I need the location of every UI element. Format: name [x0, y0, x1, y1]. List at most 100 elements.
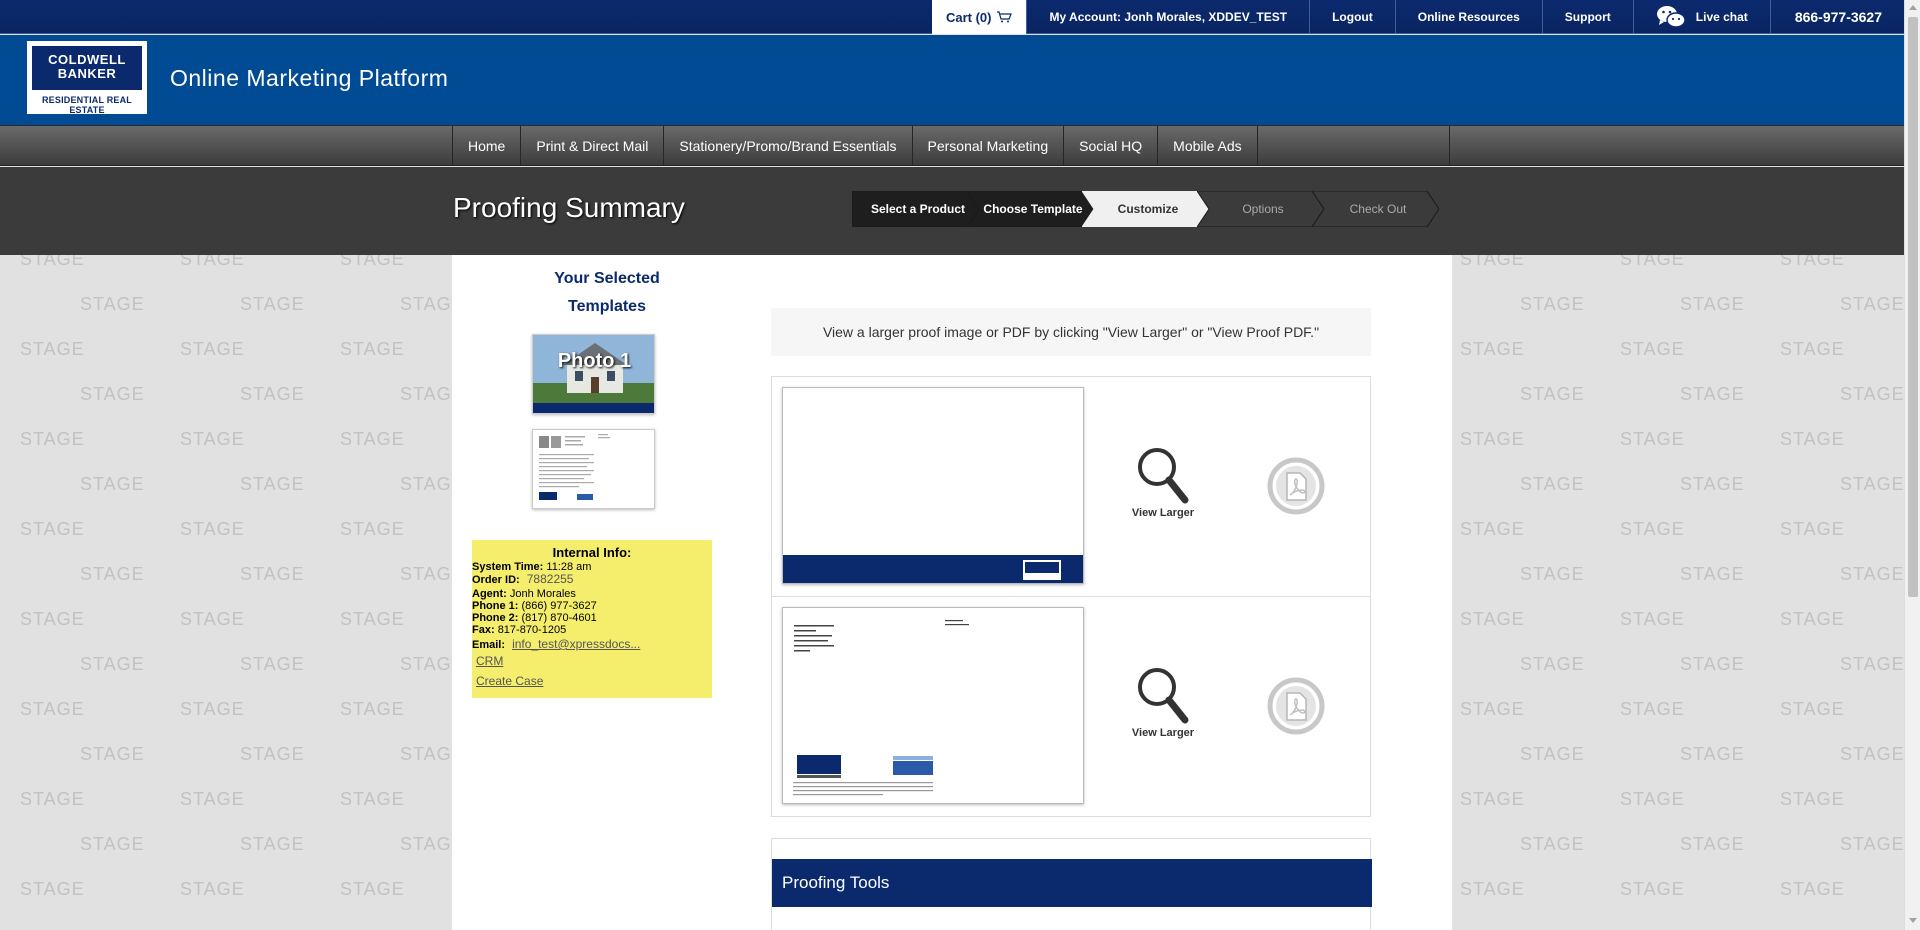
page-title: Proofing Summary	[453, 192, 685, 223]
watermark-word: STAGE	[1460, 255, 1525, 269]
support-link[interactable]: Support	[1541, 0, 1633, 34]
progress-step-label: Customize	[1117, 202, 1179, 216]
fax-label: Fax:	[472, 624, 495, 636]
watermark-word: STAGE	[340, 699, 405, 719]
view-larger-label: View Larger	[1131, 507, 1195, 519]
logo-mark: COLDWELL BANKER	[32, 46, 142, 90]
watermark-word: STAGE	[240, 834, 305, 854]
progress-step-options: Options	[1197, 191, 1325, 227]
nav-item-mobile-ads[interactable]: Mobile Ads	[1158, 126, 1258, 166]
progress-step-select-a-product: Select a Product	[852, 191, 980, 227]
watermark-word: STAGE	[1620, 699, 1685, 719]
agent-value: Jonh Morales	[509, 588, 576, 600]
cart-link[interactable]: Cart (0)	[931, 0, 1027, 34]
magnifier-icon	[1138, 448, 1189, 504]
nav-item-print-direct-mail[interactable]: Print & Direct Mail	[521, 126, 665, 166]
progress-step-customize: Customize	[1082, 191, 1210, 227]
proof-list: View Larger View Larger	[771, 376, 1371, 817]
content-panel: Your Selected Templates Photo 1 Internal…	[452, 255, 1452, 930]
utility-links: Cart (0) My Account: Jonh Morales, XDDEV…	[931, 0, 1904, 34]
view-proof-pdf-icon[interactable]	[1267, 457, 1325, 515]
nav-item-social-hq[interactable]: Social HQ	[1064, 126, 1159, 166]
watermark-word: STAGE	[340, 255, 405, 269]
proof-instructions: View a larger proof image or PDF by clic…	[771, 308, 1371, 356]
logout-link[interactable]: Logout	[1309, 0, 1395, 34]
fax-value: 817-870-1205	[497, 624, 567, 636]
phone1-value: (866) 977-3627	[521, 600, 597, 612]
watermark-word: STAGE	[1840, 474, 1904, 494]
logo-subtitle: RESIDENTIAL REAL ESTATE	[41, 95, 133, 115]
watermark-word: STAGE	[20, 789, 85, 809]
watermark-word: STAGE	[1460, 519, 1525, 539]
watermark-word: STAGE	[1620, 789, 1685, 809]
crm-link[interactable]: CRM	[476, 654, 503, 668]
proof-image-front[interactable]	[782, 387, 1084, 584]
watermark-word: STAGE	[180, 429, 245, 449]
phone-number: 866-977-3627	[1769, 0, 1904, 34]
main-navigation: Home Print & Direct Mail Stationery/Prom…	[0, 125, 1904, 166]
watermark-word: STAGE	[1840, 384, 1904, 404]
view-proof-pdf-icon[interactable]	[1267, 677, 1325, 735]
watermark-word: STAGE	[20, 339, 85, 359]
scroll-down-arrow-icon[interactable]	[1909, 918, 1917, 923]
email-link[interactable]: info_test@xpressdocs...	[512, 637, 640, 651]
logo-line2: BANKER	[57, 66, 117, 81]
selected-templates-heading: Your Selected Templates	[492, 265, 722, 321]
page-scrollbar[interactable]	[1904, 0, 1920, 930]
proofing-tools-header: Proofing Tools	[772, 859, 1372, 907]
watermark-word: STAGE	[1680, 654, 1745, 674]
watermark-word: STAGE	[1680, 744, 1745, 764]
proofing-tools-section: Proofing Tools	[771, 838, 1372, 930]
watermark-word: STAGE	[1840, 564, 1904, 584]
watermark-word: STAGE	[340, 609, 405, 629]
nav-item-home[interactable]: Home	[453, 126, 522, 166]
phone1-label: Phone 1:	[472, 600, 519, 612]
watermark-word: STAGE	[1780, 609, 1845, 629]
scroll-up-arrow-icon[interactable]	[1909, 5, 1917, 10]
view-larger-button[interactable]: View Larger	[1122, 445, 1204, 519]
magnifier-icon	[1138, 668, 1189, 724]
watermark-word: STAGE	[1840, 654, 1904, 674]
watermark-word: STAGE	[340, 339, 405, 359]
crm-row: CRM	[472, 651, 712, 672]
watermark-word: STAGE	[240, 564, 305, 584]
watermark-word: STAGE	[240, 744, 305, 764]
house-photo-thumbnail	[533, 335, 654, 413]
template-thumbnail-front[interactable]: Photo 1	[532, 334, 655, 414]
watermark-word: STAGE	[1620, 339, 1685, 359]
watermark-word: STAGE	[80, 474, 145, 494]
proof-image-back[interactable]	[782, 607, 1084, 804]
watermark-word: STAGE	[1680, 384, 1745, 404]
progress-step-choose-template: Choose Template	[967, 191, 1095, 227]
watermark-word: STAGE	[1780, 879, 1845, 899]
title-band: Proofing Summary Select a Product Choose …	[0, 167, 1904, 255]
coldwell-banker-logo[interactable]: COLDWELL BANKER RESIDENTIAL REAL ESTATE	[27, 41, 147, 115]
scrollbar-thumb[interactable]	[1908, 17, 1918, 597]
nav-item-personal-marketing[interactable]: Personal Marketing	[913, 126, 1065, 166]
watermark-word: STAGE	[1460, 789, 1525, 809]
watermark-word: STAGE	[20, 429, 85, 449]
watermark-word: STAGE	[340, 429, 405, 449]
watermark-word: STAGE	[1520, 474, 1585, 494]
logo-line1: COLDWELL	[48, 52, 126, 67]
nav-item-stationery[interactable]: Stationery/Promo/Brand Essentials	[664, 126, 913, 166]
watermark-word: STAGE	[80, 384, 145, 404]
template-thumbnail-back[interactable]	[532, 429, 655, 509]
watermark-word: STAGE	[180, 339, 245, 359]
watermark-word: STAGE	[1840, 744, 1904, 764]
watermark-word: STAGE	[1520, 834, 1585, 854]
watermark-word: STAGE	[1620, 429, 1685, 449]
watermark-word: STAGE	[1680, 294, 1745, 314]
email-row: Email: info_test@xpressdocs...	[472, 638, 712, 651]
my-account-link[interactable]: My Account: Jonh Morales, XDDEV_TEST	[1026, 0, 1309, 34]
watermark-word: STAGE	[1780, 699, 1845, 719]
live-chat-link[interactable]: Live chat	[1632, 0, 1770, 34]
watermark-word: STAGE	[1520, 384, 1585, 404]
view-larger-button[interactable]: View Larger	[1122, 665, 1204, 739]
watermark-word: STAGE	[1780, 339, 1845, 359]
proof-row: View Larger	[772, 377, 1370, 597]
online-resources-link[interactable]: Online Resources	[1394, 0, 1542, 34]
watermark-word: STAGE	[240, 384, 305, 404]
create-case-link[interactable]: Create Case	[476, 674, 543, 688]
watermark-word: STAGE	[1680, 834, 1745, 854]
